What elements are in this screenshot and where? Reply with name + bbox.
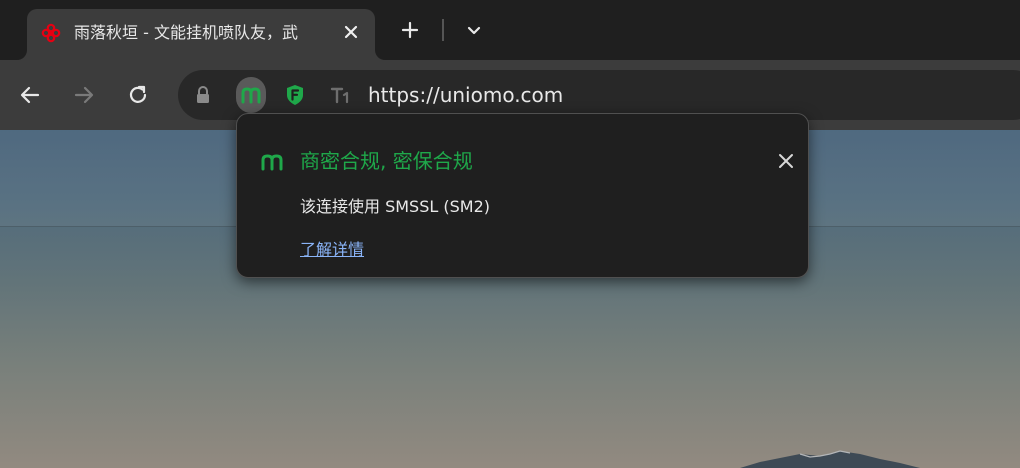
connection-description: 该连接使用 SMSSL (SM2) bbox=[300, 197, 490, 216]
tabstrip-divider bbox=[442, 19, 444, 41]
unicom-logo-icon bbox=[39, 21, 63, 45]
tab-title: 雨落秋垣 - 文能挂机喷队友，武 bbox=[74, 23, 298, 42]
arrow-right-icon bbox=[74, 86, 94, 104]
back-button[interactable] bbox=[17, 82, 43, 108]
learn-more-link[interactable]: 了解详情 bbox=[300, 238, 364, 262]
arrow-left-icon bbox=[20, 86, 40, 104]
popup-title: 商密合规, 密保合规 bbox=[300, 149, 473, 173]
mountain-silhouette bbox=[740, 450, 920, 468]
reload-button[interactable] bbox=[125, 82, 151, 108]
tab-search-button[interactable] bbox=[462, 18, 486, 42]
forward-button[interactable] bbox=[71, 82, 97, 108]
connection-info-popup: 商密合规, 密保合规 该连接使用 SMSSL (SM2) 了解详情 bbox=[236, 113, 809, 278]
chevron-down-icon bbox=[467, 26, 481, 35]
lock-icon[interactable] bbox=[191, 83, 215, 107]
tab-strip: 雨落秋垣 - 文能挂机喷队友，武 bbox=[0, 0, 1020, 60]
url-text[interactable]: https://uniomo.com bbox=[368, 82, 563, 108]
new-tab-button[interactable] bbox=[398, 18, 422, 42]
text-t1-icon[interactable] bbox=[329, 83, 353, 107]
smssl-m-icon[interactable] bbox=[239, 83, 263, 107]
shield-f-icon[interactable] bbox=[283, 83, 307, 107]
tab-active[interactable]: 雨落秋垣 - 文能挂机喷队友，武 bbox=[27, 9, 375, 60]
browser-window: 雨落秋垣 - 文能挂机喷队友，武 https://uniomo.com 商密合规… bbox=[0, 0, 1020, 468]
tab-close-icon[interactable] bbox=[340, 21, 362, 43]
smssl-m-icon bbox=[259, 149, 285, 173]
popup-close-icon[interactable] bbox=[775, 150, 797, 172]
plus-icon bbox=[401, 21, 419, 39]
reload-icon bbox=[129, 85, 147, 103]
